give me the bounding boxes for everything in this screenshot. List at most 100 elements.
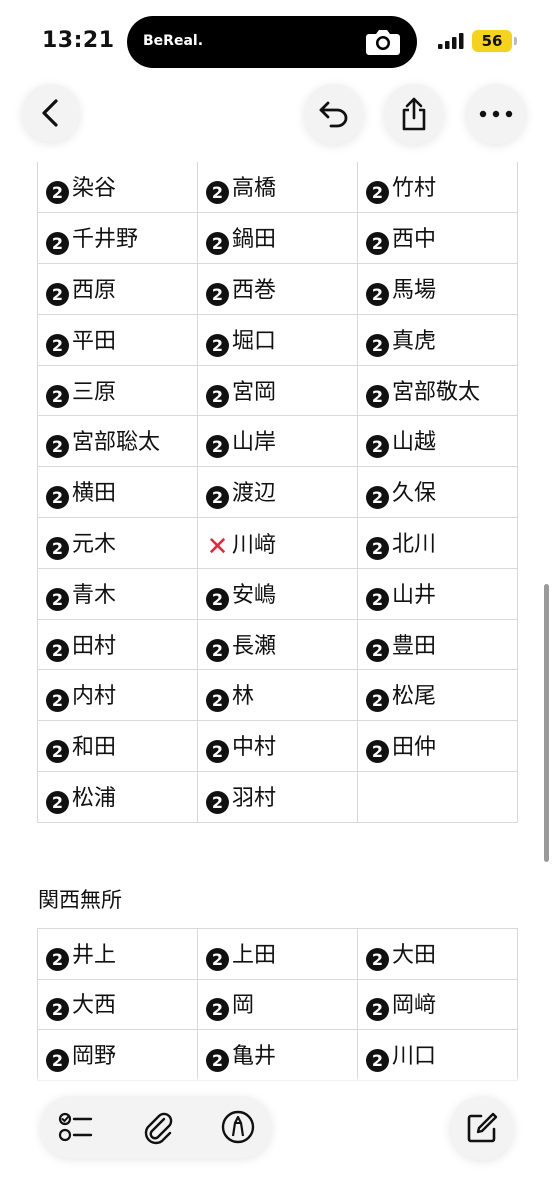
circled-two-icon: 2 bbox=[366, 740, 389, 764]
table-cell[interactable]: 2 西中 bbox=[357, 212, 518, 265]
circled-two-icon: 2 bbox=[366, 486, 389, 510]
member-name: 亀井 bbox=[232, 1043, 277, 1069]
circled-two-icon: 2 bbox=[366, 232, 389, 256]
paperclip-icon[interactable] bbox=[140, 1109, 176, 1145]
circled-two-icon: 2 bbox=[366, 587, 389, 611]
table-cell[interactable]: ✕ 川﨑 bbox=[197, 517, 358, 569]
member-table-body: 2 染谷 2 高橋 2 竹村 2 千井野 2 鍋田 2 西中 2 西原 2 西巻 2 馬場 2 平田 2 堀口 2 真虎 2 三原… bbox=[37, 162, 518, 823]
circled-two-icon: 2 bbox=[366, 435, 389, 459]
member-name: 渡辺 bbox=[232, 481, 277, 507]
table-cell[interactable]: 2 松浦 bbox=[37, 771, 198, 823]
circled-two-icon: 2 bbox=[206, 232, 229, 256]
table-cell[interactable]: 2林 bbox=[197, 669, 358, 722]
table-cell[interactable]: 2 田村 bbox=[37, 618, 198, 671]
member-name: 中村 bbox=[232, 735, 277, 761]
table-cell[interactable]: 2 渡辺 bbox=[197, 466, 358, 519]
table-cell[interactable]: 2 馬場 bbox=[357, 263, 518, 315]
circled-two-icon: 2 bbox=[206, 790, 229, 814]
member-name: 長瀬 bbox=[232, 633, 277, 659]
member-name: 平田 bbox=[72, 328, 117, 354]
table-cell[interactable]: 2 西巻 bbox=[197, 263, 358, 315]
circled-two-icon: 2 bbox=[366, 181, 389, 205]
circled-two-icon: 2 bbox=[366, 1048, 389, 1072]
table-cell[interactable]: 2 宮部聡太 bbox=[37, 415, 198, 468]
circled-two-icon: 2 bbox=[206, 1048, 229, 1072]
table-cell[interactable]: 2 宮部敬太 bbox=[357, 364, 518, 417]
member-name: 染谷 bbox=[72, 176, 117, 202]
table-cell[interactable]: 2 田仲 bbox=[357, 720, 518, 773]
compose-icon bbox=[467, 1112, 498, 1143]
table-cell[interactable]: 2 三原 bbox=[37, 364, 198, 417]
table-cell[interactable]: 2 青木 bbox=[37, 567, 198, 620]
table-cell[interactable]: 2岡 bbox=[197, 978, 358, 1031]
table-cell[interactable]: 2 大西 bbox=[37, 978, 198, 1031]
table-cell[interactable]: 2 上田 bbox=[197, 928, 358, 980]
member-name: 岡野 bbox=[72, 1043, 117, 1069]
table-cell[interactable]: 2 松尾 bbox=[357, 669, 518, 722]
table-cell[interactable]: 2 川口 bbox=[357, 1029, 518, 1081]
table-cell[interactable]: 2 大田 bbox=[357, 928, 518, 980]
undo-button[interactable] bbox=[304, 84, 364, 144]
circled-two-icon: 2 bbox=[46, 689, 69, 713]
member-table: 2 染谷 2 高橋 2 竹村 2 千井野 2 鍋田 2 西中 2 西原 2 西巻 2 馬場 2 平田 2 堀口 2 真虎 2 三原… bbox=[37, 162, 518, 823]
table-cell[interactable]: 2 山越 bbox=[357, 415, 518, 468]
member-name: 西巻 bbox=[232, 277, 277, 303]
table-cell[interactable]: 2 安嶋 bbox=[197, 567, 358, 620]
table-cell[interactable]: 2 宮岡 bbox=[197, 364, 358, 417]
pen-markup-icon[interactable] bbox=[220, 1109, 256, 1145]
table-cell[interactable]: 2 高橋 bbox=[197, 162, 358, 214]
table-cell[interactable]: 2 亀井 bbox=[197, 1029, 358, 1081]
member-name: 林 bbox=[232, 684, 255, 710]
table-cell[interactable]: 2 西原 bbox=[37, 263, 198, 315]
back-button[interactable] bbox=[22, 84, 80, 142]
share-button[interactable] bbox=[384, 84, 444, 144]
table-cell[interactable]: 2 鍋田 bbox=[197, 212, 358, 265]
table-cell[interactable]: 2 横田 bbox=[37, 466, 198, 519]
table-cell[interactable]: 2 岡野 bbox=[37, 1029, 198, 1081]
table-cell[interactable] bbox=[357, 771, 518, 823]
member-name: 上田 bbox=[232, 942, 277, 968]
table-cell[interactable]: 2 山岸 bbox=[197, 415, 358, 468]
table-cell[interactable]: 2 元木 bbox=[37, 517, 198, 569]
checklist-icon[interactable] bbox=[58, 1109, 94, 1145]
member-name: 田村 bbox=[72, 633, 117, 659]
table-cell[interactable]: 2 平田 bbox=[37, 313, 198, 366]
cross-mark-icon: ✕ bbox=[206, 531, 229, 562]
circled-two-icon: 2 bbox=[46, 384, 69, 408]
circled-two-icon: 2 bbox=[46, 333, 69, 357]
table-cell[interactable]: 2 長瀬 bbox=[197, 618, 358, 671]
table-row: 2 田村 2 長瀬 2 豊田 bbox=[37, 618, 518, 671]
table-cell[interactable]: 2 井上 bbox=[37, 928, 198, 980]
table-row: 2 大西 2 岡 2 岡﨑 bbox=[37, 978, 518, 1031]
more-button[interactable] bbox=[466, 84, 526, 144]
kansai-table-body: 2 井上 2 上田 2 大田 2 大西 2 岡 2 岡﨑 2 岡野 2 亀井 2 川口 bbox=[37, 928, 518, 1081]
member-name: 山井 bbox=[392, 582, 437, 608]
member-name: 西原 bbox=[72, 277, 117, 303]
bottom-toolbar bbox=[40, 1096, 272, 1158]
compose-button[interactable] bbox=[450, 1096, 514, 1160]
member-name: 横田 bbox=[72, 481, 117, 507]
circled-two-icon: 2 bbox=[206, 740, 229, 764]
table-cell[interactable]: 2 内村 bbox=[37, 669, 198, 722]
table-cell[interactable]: 2 岡﨑 bbox=[357, 978, 518, 1031]
circled-two-icon: 2 bbox=[206, 282, 229, 306]
table-cell[interactable]: 2 和田 bbox=[37, 720, 198, 773]
table-cell[interactable]: 2 羽村 bbox=[197, 771, 358, 823]
scrollbar[interactable] bbox=[544, 584, 549, 862]
table-cell[interactable]: 2 山井 bbox=[357, 567, 518, 620]
member-name: 真虎 bbox=[392, 328, 437, 354]
member-name: 馬場 bbox=[392, 277, 437, 303]
table-row: 2 井上 2 上田 2 大田 bbox=[37, 928, 518, 980]
table-cell[interactable]: 2 北川 bbox=[357, 517, 518, 569]
table-cell[interactable]: 2 染谷 bbox=[37, 162, 198, 214]
table-cell[interactable]: 2 豊田 bbox=[357, 618, 518, 671]
table-cell[interactable]: 2 真虎 bbox=[357, 313, 518, 366]
table-cell[interactable]: 2 竹村 bbox=[357, 162, 518, 214]
dynamic-island[interactable]: BeReal. bbox=[127, 16, 417, 68]
table-cell[interactable]: 2 千井野 bbox=[37, 212, 198, 265]
table-cell[interactable]: 2 久保 bbox=[357, 466, 518, 519]
member-name: 岡﨑 bbox=[392, 993, 437, 1019]
circled-two-icon: 2 bbox=[366, 689, 389, 713]
table-cell[interactable]: 2 中村 bbox=[197, 720, 358, 773]
table-cell[interactable]: 2 堀口 bbox=[197, 313, 358, 366]
